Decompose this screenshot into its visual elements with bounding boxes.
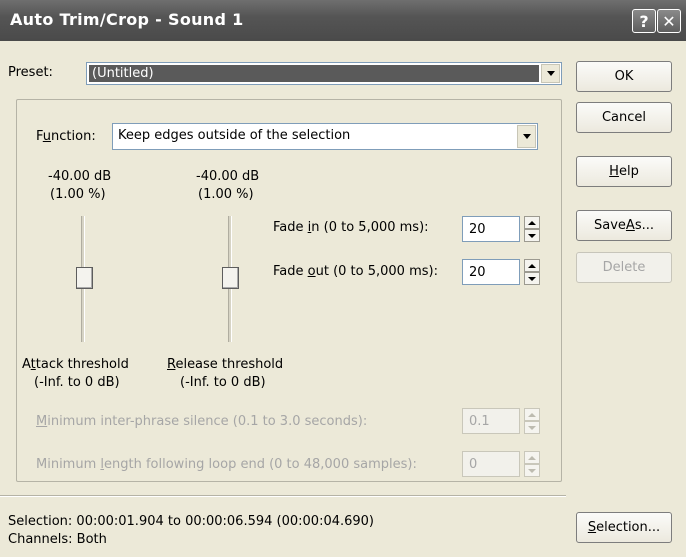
attack-threshold-label: Attack threshold bbox=[22, 357, 129, 372]
chevron-down-icon[interactable] bbox=[517, 125, 536, 148]
help-icon[interactable]: ? bbox=[632, 9, 656, 33]
stepper-up-icon[interactable] bbox=[524, 451, 540, 464]
fade-out-input[interactable]: 20 bbox=[462, 259, 520, 285]
release-threshold-range: (-Inf. to 0 dB) bbox=[180, 375, 266, 390]
function-label: Function: bbox=[36, 129, 96, 144]
stepper-down-icon[interactable] bbox=[524, 464, 540, 477]
attack-db-readout: -40.00 dB bbox=[48, 169, 112, 184]
min-length-input[interactable]: 0 bbox=[462, 451, 520, 477]
fade-out-label: Fade out (0 to 5,000 ms): bbox=[273, 264, 438, 279]
chevron-down-icon[interactable] bbox=[541, 64, 560, 83]
stepper-up-icon[interactable] bbox=[524, 408, 540, 421]
min-length-stepper[interactable] bbox=[524, 451, 540, 477]
fade-in-stepper[interactable] bbox=[524, 216, 540, 242]
selection-status: Selection: 00:00:01.904 to 00:00:06.594 … bbox=[8, 514, 375, 529]
release-percent-readout: (1.00 %) bbox=[198, 187, 254, 202]
preset-dropdown[interactable]: (Untitled) bbox=[86, 62, 562, 85]
attack-slider-thumb[interactable] bbox=[76, 267, 93, 289]
stepper-down-icon[interactable] bbox=[524, 229, 540, 242]
preset-label: Preset: bbox=[8, 65, 53, 80]
function-value: Keep edges outside of the selection bbox=[118, 128, 351, 143]
help-button[interactable]: Help bbox=[576, 156, 672, 187]
cancel-button[interactable]: Cancel bbox=[576, 102, 672, 133]
fade-out-stepper[interactable] bbox=[524, 259, 540, 285]
save-as-button[interactable]: Save As... bbox=[576, 210, 672, 241]
selection-button[interactable]: Selection... bbox=[576, 512, 672, 543]
stepper-up-icon[interactable] bbox=[524, 216, 540, 229]
release-threshold-label: Release threshold bbox=[167, 357, 284, 372]
stepper-down-icon[interactable] bbox=[524, 421, 540, 434]
stepper-down-icon[interactable] bbox=[524, 272, 540, 285]
min-silence-label: Minimum inter-phrase silence (0.1 to 3.0… bbox=[36, 414, 368, 429]
channels-status: Channels: Both bbox=[8, 532, 107, 547]
min-silence-input[interactable]: 0.1 bbox=[462, 408, 520, 434]
min-length-label: Minimum length following loop end (0 to … bbox=[36, 457, 417, 472]
fade-in-input[interactable]: 20 bbox=[462, 216, 520, 242]
delete-button[interactable]: Delete bbox=[576, 252, 672, 283]
function-dropdown[interactable]: Keep edges outside of the selection bbox=[112, 123, 538, 150]
release-slider-thumb[interactable] bbox=[222, 267, 239, 289]
title-bar: Auto Trim/Crop - Sound 1 ? ✕ bbox=[0, 0, 686, 41]
attack-threshold-range: (-Inf. to 0 dB) bbox=[34, 375, 120, 390]
attack-percent-readout: (1.00 %) bbox=[50, 187, 106, 202]
stepper-up-icon[interactable] bbox=[524, 259, 540, 272]
release-db-readout: -40.00 dB bbox=[196, 169, 260, 184]
window-title: Auto Trim/Crop - Sound 1 bbox=[10, 10, 244, 29]
fade-in-label: Fade in (0 to 5,000 ms): bbox=[273, 220, 429, 235]
status-separator bbox=[0, 495, 566, 497]
preset-value: (Untitled) bbox=[89, 65, 539, 82]
close-icon[interactable]: ✕ bbox=[657, 9, 681, 33]
ok-button[interactable]: OK bbox=[576, 61, 672, 92]
min-silence-stepper[interactable] bbox=[524, 408, 540, 434]
